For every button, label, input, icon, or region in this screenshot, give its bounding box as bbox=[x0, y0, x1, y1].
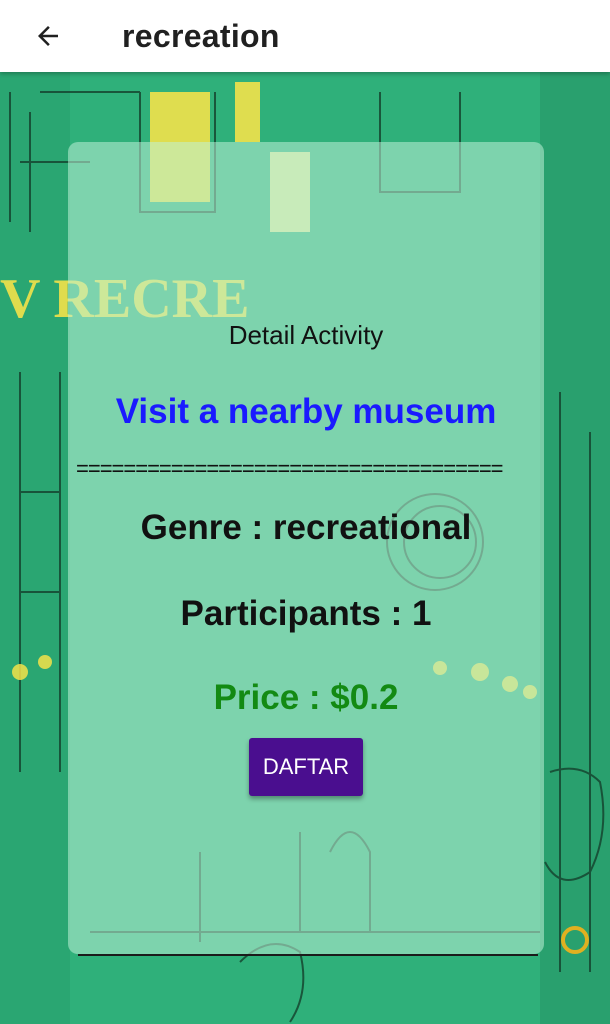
genre-label: Genre : recreational bbox=[140, 508, 472, 547]
price-label: Price : $0.2 bbox=[213, 678, 399, 717]
arrow-left-icon bbox=[38, 26, 58, 46]
participants-label: Participants : 1 bbox=[180, 594, 432, 633]
divider-text: ==================================== bbox=[76, 456, 504, 481]
daftar-button[interactable]: DAFTAR bbox=[249, 738, 363, 796]
detail-heading: Detail Activity bbox=[228, 320, 384, 350]
activity-name: Visit a nearby museum bbox=[115, 392, 497, 431]
card-bottom-line bbox=[78, 954, 538, 956]
detail-content: Detail Activity Visit a nearby museum ==… bbox=[68, 142, 544, 954]
page-title: recreation bbox=[122, 17, 280, 54]
back-button[interactable] bbox=[20, 8, 76, 64]
app-bar: recreation bbox=[0, 0, 610, 72]
